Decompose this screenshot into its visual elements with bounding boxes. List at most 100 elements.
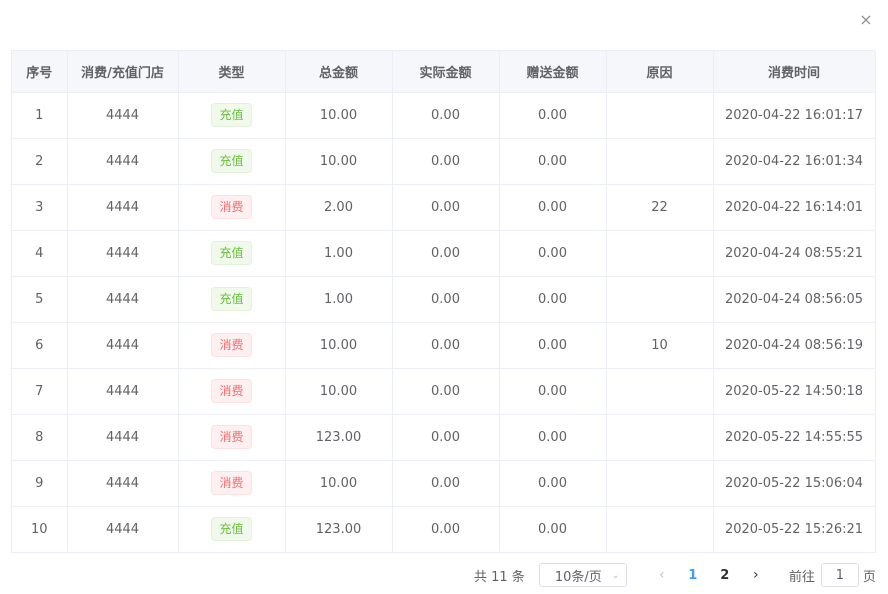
cell-actual: 0.00 [392,368,500,415]
total-count: 共 11 条 [474,569,525,585]
column-header-index: 序号 [12,51,68,93]
cell-total: 10.00 [285,322,393,369]
cell-bonus: 0.00 [499,506,607,553]
table-row: 2 4444 充值 10.00 0.00 0.00 2020-04-22 16:01:34 [12,138,876,185]
consume-tag: 消费 [211,195,252,219]
cell-time: 2020-04-24 08:56:19 [713,322,876,369]
chevron-right-icon[interactable]: › [741,567,771,583]
cell-index: 9 [12,460,68,507]
cell-reason: 22 [606,184,714,231]
column-header-store: 消费/充值门店 [67,51,179,93]
page-button-2[interactable]: 2 [709,568,741,583]
consume-tag: 消费 [211,471,252,495]
cell-actual: 0.00 [392,92,500,139]
column-header-total: 总金额 [285,51,393,93]
cell-store: 4444 [67,92,179,139]
records-dialog: × 序号 消费/充值门店 类型 总金额 实际金额 赠送金额 原因 消费时间 1 … [0,0,888,594]
cell-store: 4444 [67,322,179,369]
table-row: 5 4444 充值 1.00 0.00 0.00 2020-04-24 08:56:05 [12,276,876,323]
cell-index: 4 [12,230,68,277]
cell-bonus: 0.00 [499,414,607,461]
consume-tag: 消费 [211,425,252,449]
cell-store: 4444 [67,230,179,277]
cell-total: 2.00 [285,184,393,231]
cell-index: 6 [12,322,68,369]
cell-time: 2020-05-22 14:50:18 [713,368,876,415]
cell-reason [606,230,714,277]
cell-reason [606,460,714,507]
cell-type: 充值 [178,506,286,553]
page-size-select[interactable]: 10条/页 ⌄ [538,563,627,587]
cell-total: 123.00 [285,414,393,461]
cell-index: 2 [12,138,68,185]
cell-actual: 0.00 [392,322,500,369]
cell-type: 消费 [178,414,286,461]
cell-store: 4444 [67,460,179,507]
recharge-tag: 充值 [211,287,252,311]
cell-type: 充值 [178,276,286,323]
cell-bonus: 0.00 [499,230,607,277]
cell-index: 5 [12,276,68,323]
cell-time: 2020-04-24 08:55:21 [713,230,876,277]
cell-actual: 0.00 [392,138,500,185]
cell-bonus: 0.00 [499,276,607,323]
cell-store: 4444 [67,506,179,553]
cell-index: 7 [12,368,68,415]
pagination: 共 11 条 10条/页 ⌄ ‹ 1 2 › 前往 页 [474,563,876,587]
cell-reason [606,92,714,139]
consume-tag: 消费 [211,379,252,403]
recharge-tag: 充值 [211,103,252,127]
cell-bonus: 0.00 [499,184,607,231]
cell-index: 8 [12,414,68,461]
table-row: 3 4444 消费 2.00 0.00 0.00 22 2020-04-22 16:14:01 [12,184,876,231]
goto-page-input[interactable] [820,563,859,587]
cell-type: 充值 [178,230,286,277]
cell-index: 1 [12,92,68,139]
cell-actual: 0.00 [392,414,500,461]
cell-actual: 0.00 [392,276,500,323]
cell-type: 消费 [178,368,286,415]
cell-type: 消费 [178,184,286,231]
cell-actual: 0.00 [392,506,500,553]
cell-type: 消费 [178,460,286,507]
cell-total: 10.00 [285,92,393,139]
cell-total: 10.00 [285,138,393,185]
cell-time: 2020-04-22 16:01:17 [713,92,876,139]
column-header-reason: 原因 [606,51,714,93]
column-header-actual: 实际金额 [392,51,500,93]
chevron-down-icon: ⌄ [611,569,620,581]
cell-time: 2020-05-22 15:06:04 [713,460,876,507]
table-row: 6 4444 消费 10.00 0.00 0.00 10 2020-04-24 08:56:1… [12,322,876,369]
cell-bonus: 0.00 [499,368,607,415]
cell-store: 4444 [67,138,179,185]
cell-time: 2020-04-24 08:56:05 [713,276,876,323]
column-header-bonus: 赠送金额 [499,51,607,93]
recharge-tag: 充值 [211,517,252,541]
cell-reason: 10 [606,322,714,369]
column-header-type: 类型 [178,51,286,93]
table-row: 8 4444 消费 123.00 0.00 0.00 2020-05-22 14:55:55 [12,414,876,461]
cell-store: 4444 [67,414,179,461]
cell-type: 充值 [178,138,286,185]
cell-type: 消费 [178,322,286,369]
cell-bonus: 0.00 [499,460,607,507]
page-button-1[interactable]: 1 [677,568,709,583]
cell-time: 2020-05-22 15:26:21 [713,506,876,553]
recharge-tag: 充值 [211,241,252,265]
page-jumper: 前往 页 [789,563,876,587]
page-size-value: 10条/页 [554,569,602,585]
cell-store: 4444 [67,276,179,323]
cell-bonus: 0.00 [499,322,607,369]
column-header-time: 消费时间 [713,51,876,93]
goto-suffix: 页 [862,569,876,585]
cell-index: 10 [12,506,68,553]
cell-index: 3 [12,184,68,231]
records-table: 序号 消费/充值门店 类型 总金额 实际金额 赠送金额 原因 消费时间 1 444… [11,50,876,553]
cell-reason [606,368,714,415]
cell-actual: 0.00 [392,184,500,231]
cell-reason [606,138,714,185]
close-icon[interactable]: × [858,12,874,28]
chevron-left-icon[interactable]: ‹ [647,567,677,583]
goto-prefix: 前往 [788,569,815,585]
cell-bonus: 0.00 [499,138,607,185]
